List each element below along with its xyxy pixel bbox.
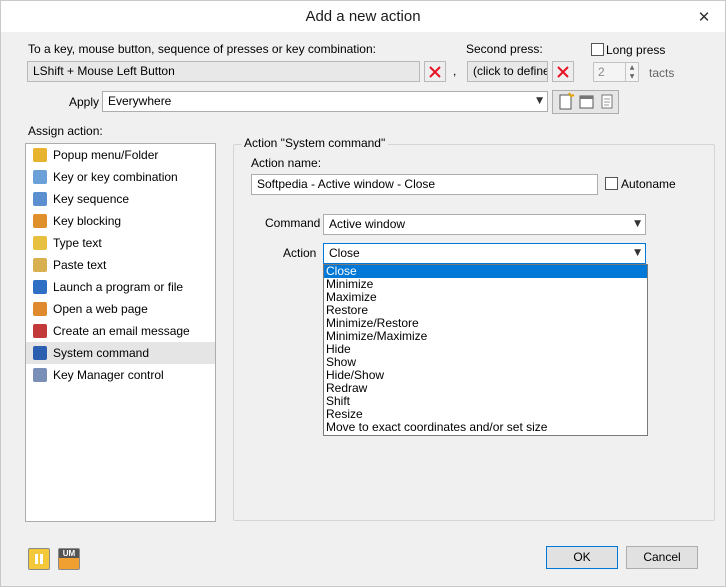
- list-item[interactable]: Launch a program or file: [26, 276, 215, 298]
- trigger-label: To a key, mouse button, sequence of pres…: [28, 42, 376, 56]
- long-press-label: Long press: [606, 43, 666, 57]
- list-item-label: Key blocking: [53, 214, 122, 228]
- type-text-icon: [33, 236, 47, 250]
- list-item-label: Type text: [53, 236, 102, 250]
- trigger-separator: ,: [453, 64, 457, 78]
- list-item[interactable]: Create an email message: [26, 320, 215, 342]
- list-item[interactable]: Key or key combination: [26, 166, 215, 188]
- action-label: Action: [283, 246, 317, 260]
- list-item[interactable]: System command: [26, 342, 215, 364]
- list-item-label: System command: [53, 346, 150, 360]
- apply-select[interactable]: Everywhere ▼: [102, 91, 548, 112]
- action-name-input[interactable]: Softpedia - Active window - Close: [251, 174, 598, 195]
- ok-button[interactable]: OK: [546, 546, 618, 569]
- new-app-icon[interactable]: [556, 92, 576, 112]
- list-item[interactable]: Popup menu/Folder: [26, 144, 215, 166]
- key-icon: [33, 170, 47, 184]
- key-block-icon: [33, 214, 47, 228]
- paste-text-icon: [33, 258, 47, 272]
- launch-program-icon: [33, 280, 47, 294]
- spinner-arrows-icon[interactable]: ▲ ▼: [625, 63, 638, 81]
- long-press-checkbox[interactable]: [591, 43, 604, 56]
- assign-action-list: Popup menu/Folder Key or key combination K…: [25, 143, 216, 522]
- second-press-label: Second press:: [466, 42, 543, 56]
- action-dropdown-list: Close Minimize Maximize Restore Minimize/Res…: [323, 264, 648, 436]
- chevron-down-icon: ▼: [634, 248, 641, 258]
- autoname-label: Autoname: [621, 177, 676, 191]
- action-group-title: Action "System command": [241, 136, 389, 150]
- list-item-label: Key sequence: [53, 192, 130, 206]
- cancel-button[interactable]: Cancel: [626, 546, 698, 569]
- dialog-window: Add a new action ✕ To a key, mouse butto…: [0, 0, 726, 587]
- dropdown-option[interactable]: Hide/Show: [324, 369, 647, 382]
- key-manager-logo-text: UM: [59, 549, 79, 558]
- clear-x-icon: [429, 66, 441, 78]
- apply-toolbar: [552, 90, 619, 114]
- second-press-field[interactable]: (click to define): [467, 61, 548, 82]
- list-item[interactable]: Key blocking: [26, 210, 215, 232]
- clear-second-press-button[interactable]: [552, 61, 574, 82]
- list-item-label: Launch a program or file: [53, 280, 184, 294]
- edit-app-icon[interactable]: [577, 92, 597, 112]
- command-select[interactable]: Active window ▼: [323, 214, 646, 235]
- dropdown-option[interactable]: Hide: [324, 343, 647, 356]
- key-manager-logo-icon[interactable]: UM: [58, 548, 80, 570]
- list-item-label: Key or key combination: [53, 170, 178, 184]
- folder-icon: [33, 148, 47, 162]
- clear-trigger-button[interactable]: [424, 61, 446, 82]
- close-icon[interactable]: ✕: [691, 7, 717, 27]
- list-item[interactable]: Key sequence: [26, 188, 215, 210]
- key-manager-icon: [33, 368, 47, 382]
- list-item-label: Key Manager control: [53, 368, 164, 382]
- list-item-label: Open a web page: [53, 302, 148, 316]
- tacts-label: tacts: [649, 66, 675, 80]
- key-sequence-icon: [33, 192, 47, 206]
- list-item[interactable]: Paste text: [26, 254, 215, 276]
- dropdown-option[interactable]: Minimize/Maximize: [324, 330, 647, 343]
- dropdown-option[interactable]: Maximize: [324, 291, 647, 304]
- chevron-down-icon: ▼: [634, 219, 641, 229]
- dropdown-option[interactable]: Shift: [324, 395, 647, 408]
- system-command-icon: [33, 346, 47, 360]
- chevron-down-icon: ▼: [536, 96, 543, 106]
- pause-icon[interactable]: [28, 548, 50, 570]
- email-icon: [33, 324, 47, 338]
- autoname-checkbox[interactable]: [605, 177, 618, 190]
- list-item-label: Paste text: [53, 258, 107, 272]
- tacts-value: 2: [598, 65, 605, 79]
- apply-label: Apply: [69, 95, 100, 109]
- dropdown-option[interactable]: Redraw: [324, 382, 647, 395]
- dropdown-option[interactable]: Move to exact coordinates and/or set siz…: [324, 421, 647, 434]
- trigger-field[interactable]: LShift + Mouse Left Button: [27, 61, 420, 82]
- title-bar: Add a new action ✕: [1, 1, 725, 32]
- assign-action-label: Assign action:: [28, 124, 103, 138]
- action-select[interactable]: Close ▼: [323, 243, 646, 264]
- globe-icon: [33, 302, 47, 316]
- list-item[interactable]: Key Manager control: [26, 364, 215, 386]
- window-title: Add a new action: [305, 8, 421, 25]
- command-value: Active window: [329, 217, 406, 231]
- list-item[interactable]: Open a web page: [26, 298, 215, 320]
- clear-x-icon: [557, 66, 569, 78]
- action-name-label: Action name:: [251, 156, 322, 170]
- command-label: Command: [265, 216, 321, 230]
- copy-app-icon[interactable]: [598, 92, 618, 112]
- list-item-label: Popup menu/Folder: [53, 148, 159, 162]
- list-item[interactable]: Type text: [26, 232, 215, 254]
- list-item-label: Create an email message: [53, 324, 190, 338]
- action-value: Close: [329, 246, 360, 260]
- apply-value: Everywhere: [108, 94, 172, 108]
- tacts-spinner[interactable]: 2 ▲ ▼: [593, 62, 639, 82]
